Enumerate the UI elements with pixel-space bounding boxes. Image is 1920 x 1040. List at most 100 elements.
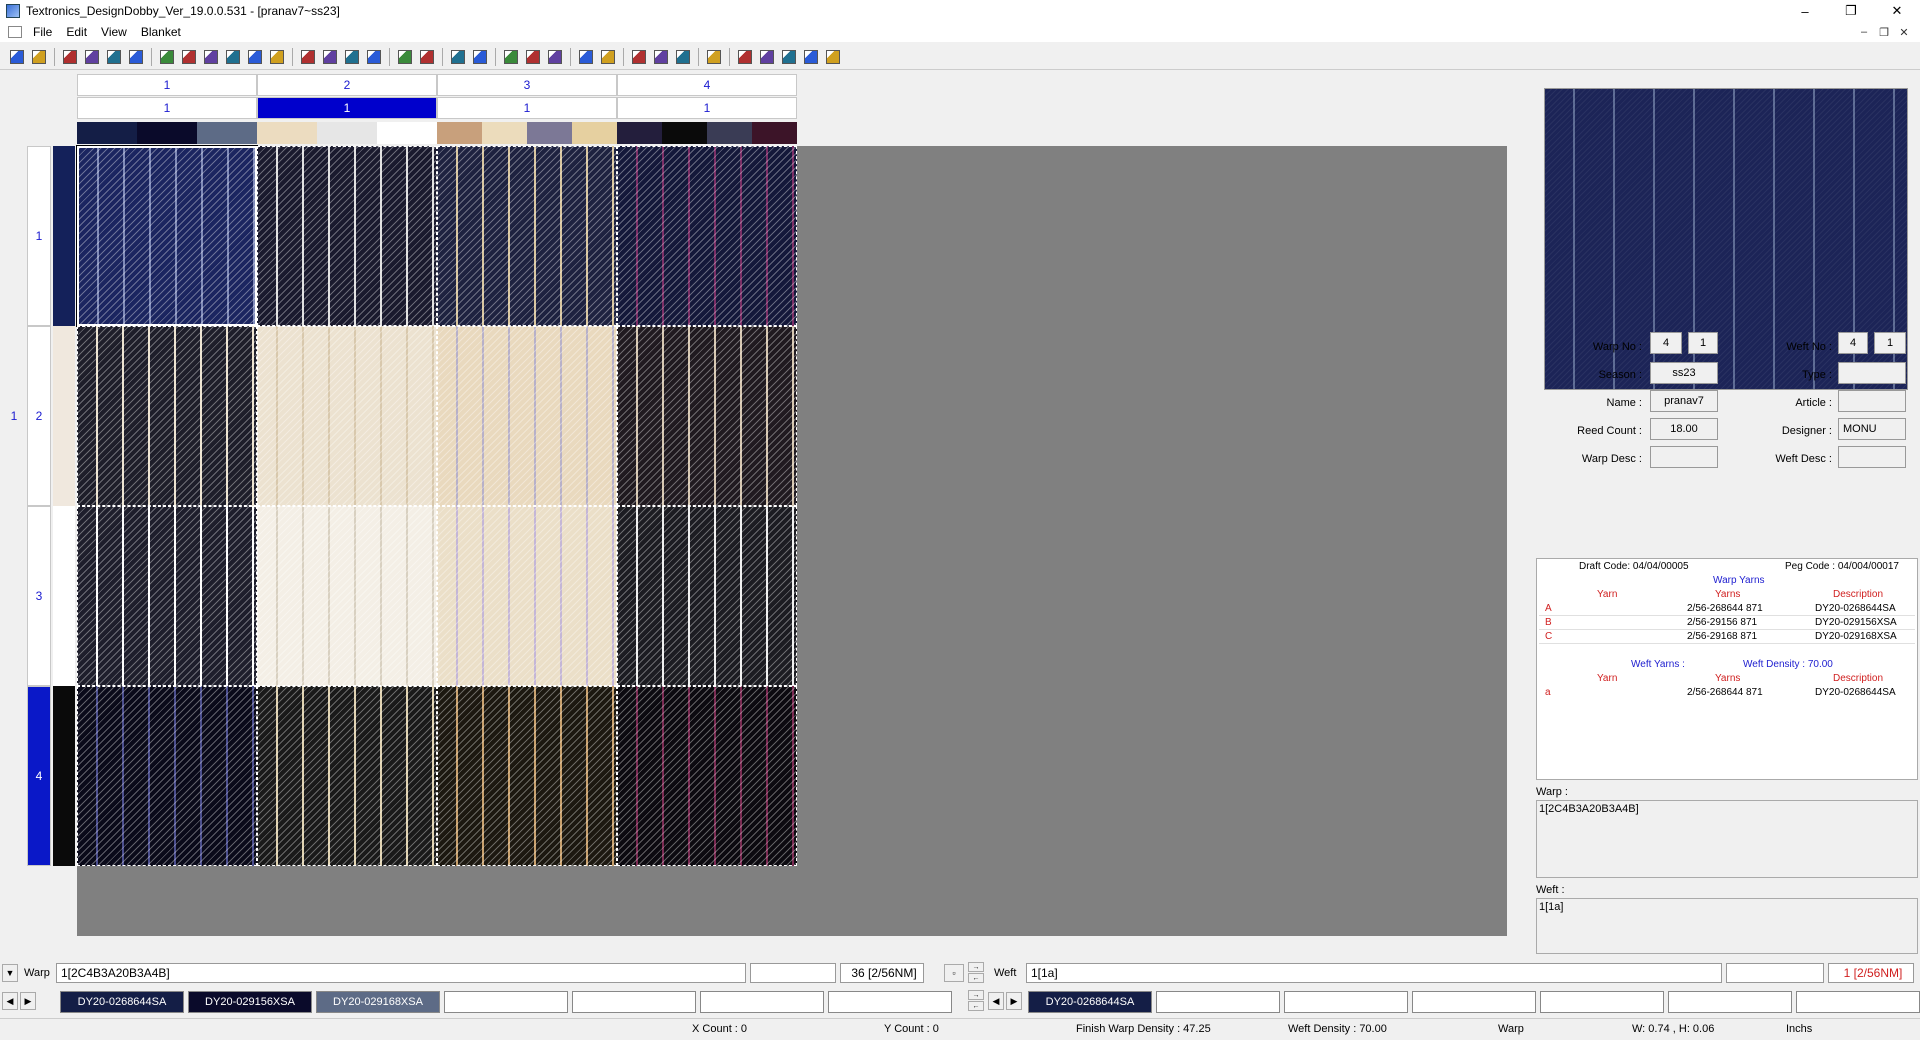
- mdi-minimize-button[interactable]: –: [1854, 26, 1874, 38]
- check-icon[interactable]: [628, 46, 650, 68]
- frame-icon[interactable]: [778, 46, 800, 68]
- weft-yarn-slot[interactable]: [1796, 991, 1920, 1013]
- mdi-close-button[interactable]: ✕: [1894, 26, 1914, 39]
- save-all-icon[interactable]: [103, 46, 125, 68]
- thread2-icon[interactable]: [522, 46, 544, 68]
- hatch-icon[interactable]: [800, 46, 822, 68]
- print-icon[interactable]: [266, 46, 288, 68]
- col-yarn-swatch[interactable]: [482, 122, 527, 144]
- horizontal-scrollbar[interactable]: [77, 936, 1507, 952]
- save-icon[interactable]: [59, 46, 81, 68]
- season-field[interactable]: ss23: [1650, 362, 1718, 384]
- type-field[interactable]: [1838, 362, 1906, 384]
- col-yarn-swatch[interactable]: [617, 122, 662, 144]
- blanket-cell-r3-c4[interactable]: [617, 506, 797, 686]
- weft-desc-field[interactable]: [1838, 446, 1906, 468]
- pattern-icon[interactable]: [756, 46, 778, 68]
- warp-yarn-chip[interactable]: DY20-0268644SA: [60, 991, 184, 1013]
- col-count-1[interactable]: 1: [77, 97, 257, 119]
- weft-no-field[interactable]: 4: [1838, 332, 1868, 354]
- save-design-icon[interactable]: [200, 46, 222, 68]
- zoom-in-icon[interactable]: [394, 46, 416, 68]
- warp-sequence-input[interactable]: 1[2C4B3A20B3A4B]: [56, 963, 746, 983]
- weft-sequence-input[interactable]: 1[1a]: [1026, 963, 1722, 983]
- col-yarn-swatch[interactable]: [137, 122, 197, 144]
- col-yarn-swatch[interactable]: [707, 122, 752, 144]
- article-field[interactable]: [1838, 390, 1906, 412]
- warp-yarn-slot[interactable]: [444, 991, 568, 1013]
- weft-yarn-slot[interactable]: [1156, 991, 1280, 1013]
- open-icon[interactable]: [28, 46, 50, 68]
- import-icon[interactable]: [178, 46, 200, 68]
- new-icon[interactable]: [6, 46, 28, 68]
- menu-file[interactable]: File: [26, 25, 59, 39]
- row-number-2[interactable]: 2: [27, 326, 51, 506]
- fit-icon[interactable]: [447, 46, 469, 68]
- check2-icon[interactable]: [650, 46, 672, 68]
- prev-icon[interactable]: ◀: [2, 992, 18, 1010]
- blanket-cell-r2-c3[interactable]: [437, 326, 617, 506]
- blanket-cell-r4-c3[interactable]: [437, 686, 617, 866]
- restore-button[interactable]: ❐: [1828, 0, 1874, 22]
- col-yarn-swatch[interactable]: [572, 122, 617, 144]
- col-yarn-swatch[interactable]: [752, 122, 797, 144]
- menu-edit[interactable]: Edit: [59, 25, 94, 39]
- document-icon[interactable]: [8, 26, 22, 38]
- col-yarn-swatch[interactable]: [377, 122, 437, 144]
- export-icon[interactable]: [125, 46, 147, 68]
- weft-yarn-chip[interactable]: DY20-0268644SA: [1028, 991, 1152, 1013]
- warp-yarn-chip[interactable]: DY20-029156XSA: [188, 991, 312, 1013]
- blanket-cell-r4-c1[interactable]: [77, 686, 257, 866]
- blanket-cell-r3-c1[interactable]: [77, 506, 257, 686]
- row-yarn-swatch[interactable]: [53, 686, 75, 866]
- warp-desc-field[interactable]: [1650, 446, 1718, 468]
- fill-icon[interactable]: [734, 46, 756, 68]
- weft-yarn-slot[interactable]: [1668, 991, 1792, 1013]
- col-number-4[interactable]: 4: [617, 74, 797, 96]
- blanket-cell-r2-c4[interactable]: [617, 326, 797, 506]
- open-folder-icon[interactable]: [156, 46, 178, 68]
- warp-sequence-textarea[interactable]: 1[2C4B3A20B3A4B]: [1536, 800, 1918, 878]
- blanket-cell-r2-c2[interactable]: [257, 326, 437, 506]
- arrow-left-2-icon[interactable]: ←: [968, 1001, 984, 1011]
- weft-yarn-slot[interactable]: [1540, 991, 1664, 1013]
- col-count-2[interactable]: 1: [257, 97, 437, 119]
- copy-icon[interactable]: [222, 46, 244, 68]
- row-group-number[interactable]: 1: [2, 146, 26, 686]
- warp-yarn-slot[interactable]: [700, 991, 824, 1013]
- col-number-2[interactable]: 2: [257, 74, 437, 96]
- weft-yarn-slot[interactable]: [1412, 991, 1536, 1013]
- weft-extra-input[interactable]: [1726, 963, 1824, 983]
- blanket-cell-r1-c1[interactable]: [76, 145, 258, 327]
- paste-icon[interactable]: [244, 46, 266, 68]
- warp-extra-input[interactable]: [750, 963, 836, 983]
- col-yarn-swatch[interactable]: [317, 122, 377, 144]
- blanket-cell-r3-c2[interactable]: [257, 506, 437, 686]
- col-yarn-swatch[interactable]: [662, 122, 707, 144]
- arrow-right-icon[interactable]: →: [968, 962, 984, 972]
- warp-yarn-slot[interactable]: [828, 991, 952, 1013]
- blanket-cell-r4-c2[interactable]: [257, 686, 437, 866]
- next-icon[interactable]: ▶: [20, 992, 36, 1010]
- weft-no-sub-field[interactable]: 1: [1874, 332, 1906, 354]
- warp-no-sub-field[interactable]: 1: [1688, 332, 1718, 354]
- col-number-3[interactable]: 3: [437, 74, 617, 96]
- col-yarn-swatch[interactable]: [197, 122, 257, 144]
- grid-icon[interactable]: [297, 46, 319, 68]
- weft-sequence-textarea[interactable]: 1[1a]: [1536, 898, 1918, 954]
- thread3-icon[interactable]: [544, 46, 566, 68]
- check4-icon[interactable]: [703, 46, 725, 68]
- warp-yarn-slot[interactable]: [572, 991, 696, 1013]
- color-icon[interactable]: [341, 46, 363, 68]
- mdi-restore-button[interactable]: ❐: [1874, 26, 1894, 39]
- col-count-3[interactable]: 1: [437, 97, 617, 119]
- row-yarn-swatch[interactable]: [53, 326, 75, 506]
- layout-icon[interactable]: [469, 46, 491, 68]
- col-yarn-swatch[interactable]: [527, 122, 572, 144]
- col-number-1[interactable]: 1: [77, 74, 257, 96]
- warp-no-field[interactable]: 4: [1650, 332, 1682, 354]
- row-number-1[interactable]: 1: [27, 146, 51, 326]
- designer-field[interactable]: MONU: [1838, 418, 1906, 440]
- blanket-cell-r4-c4[interactable]: [617, 686, 797, 866]
- col-yarn-swatch[interactable]: [77, 122, 137, 144]
